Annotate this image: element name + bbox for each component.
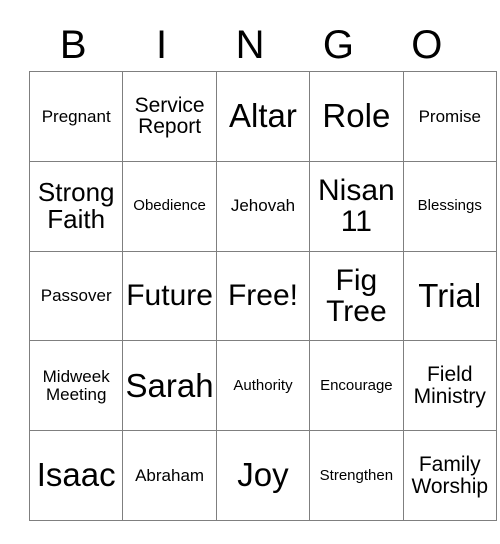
bingo-cell-label: Obedience — [133, 197, 206, 215]
bingo-cell[interactable]: Sarah — [122, 340, 217, 432]
bingo-cell[interactable]: Pregnant — [28, 71, 124, 162]
bingo-cell-label: Passover — [40, 286, 112, 306]
bingo-cell[interactable]: Abraham — [122, 430, 217, 521]
bingo-row: Isaac Abraham Joy Strengthen Family Wors… — [28, 430, 497, 521]
bingo-header-letter-i: I — [156, 22, 168, 67]
bingo-cell-label: Strengthen — [319, 466, 394, 484]
bingo-cell-label: Blessings — [417, 197, 482, 215]
bingo-cell[interactable]: Blessings — [402, 160, 497, 252]
bingo-header-letter-b: B — [59, 22, 87, 67]
bingo-cell[interactable]: Midweek Meeting — [28, 340, 124, 432]
bingo-cell-label: Isaac — [36, 456, 116, 494]
bingo-cell[interactable]: Obedience — [122, 160, 217, 252]
bingo-cell-label: Future — [126, 279, 213, 313]
bingo-cell-label: Pregnant — [41, 106, 111, 126]
bingo-row: Passover Future Free! Fig Tree Trial — [28, 250, 497, 342]
bingo-row: Midweek Meeting Sarah Authority Encourag… — [28, 340, 497, 432]
bingo-cell-label: Service Report — [134, 93, 205, 139]
bingo-grid: Pregnant Service Report Altar Role Promi… — [28, 71, 497, 521]
bingo-row: Strong Faith Obedience Jehovah Nisan 11 … — [28, 160, 497, 252]
bingo-cell-label: Abraham — [135, 465, 205, 485]
bingo-header-letter-g: G — [322, 22, 354, 67]
bingo-cell-label: Role — [322, 97, 391, 135]
bingo-cell[interactable]: Field Ministry — [402, 340, 497, 432]
bingo-cell-label: Fig Tree — [326, 263, 387, 328]
bingo-cell-label: Nisan 11 — [318, 174, 395, 239]
bingo-cell[interactable]: Nisan 11 — [309, 160, 404, 252]
bingo-card: B I N G O Pregnant Service Report Altar … — [28, 18, 497, 521]
bingo-cell[interactable]: Future — [122, 250, 217, 342]
bingo-cell-label: Encourage — [320, 376, 393, 394]
bingo-cell-label: Field Ministry — [413, 362, 486, 408]
bingo-cell[interactable]: Altar — [215, 71, 311, 162]
bingo-header: B I N G O — [29, 18, 471, 71]
bingo-cell[interactable]: Trial — [402, 250, 497, 342]
bingo-cell-label: Authority — [233, 376, 293, 394]
bingo-header-letter-n: N — [235, 22, 265, 67]
bingo-cell[interactable]: Jehovah — [215, 160, 311, 252]
bingo-cell-free[interactable]: Free! — [215, 250, 311, 342]
bingo-cell[interactable]: Service Report — [122, 71, 217, 162]
bingo-cell[interactable]: Encourage — [309, 340, 404, 432]
bingo-cell-label: Trial — [418, 276, 482, 314]
bingo-cell-label: Jehovah — [230, 196, 296, 216]
bingo-cell-label: Family Worship — [411, 452, 489, 498]
bingo-cell[interactable]: Family Worship — [402, 430, 497, 521]
bingo-cell[interactable]: Isaac — [28, 430, 124, 521]
bingo-cell[interactable]: Passover — [28, 250, 124, 342]
bingo-cell[interactable]: Joy — [215, 430, 311, 521]
bingo-cell-label: Promise — [418, 106, 481, 126]
bingo-header-letter-o: O — [411, 22, 443, 67]
bingo-cell[interactable]: Fig Tree — [309, 250, 404, 342]
bingo-cell[interactable]: Promise — [402, 71, 497, 162]
bingo-cell-label: Sarah — [125, 366, 214, 404]
bingo-cell[interactable]: Strengthen — [309, 430, 404, 521]
bingo-cell[interactable]: Strong Faith — [28, 160, 124, 252]
bingo-cell-label: Strong Faith — [37, 177, 115, 235]
bingo-cell-label: Free! — [227, 279, 298, 313]
bingo-cell[interactable]: Authority — [215, 340, 311, 432]
bingo-cell[interactable]: Role — [309, 71, 404, 162]
bingo-cell-label: Midweek Meeting — [42, 367, 110, 404]
bingo-row: Pregnant Service Report Altar Role Promi… — [28, 71, 497, 162]
bingo-cell-label: Altar — [229, 97, 297, 135]
bingo-cell-label: Joy — [237, 456, 289, 494]
